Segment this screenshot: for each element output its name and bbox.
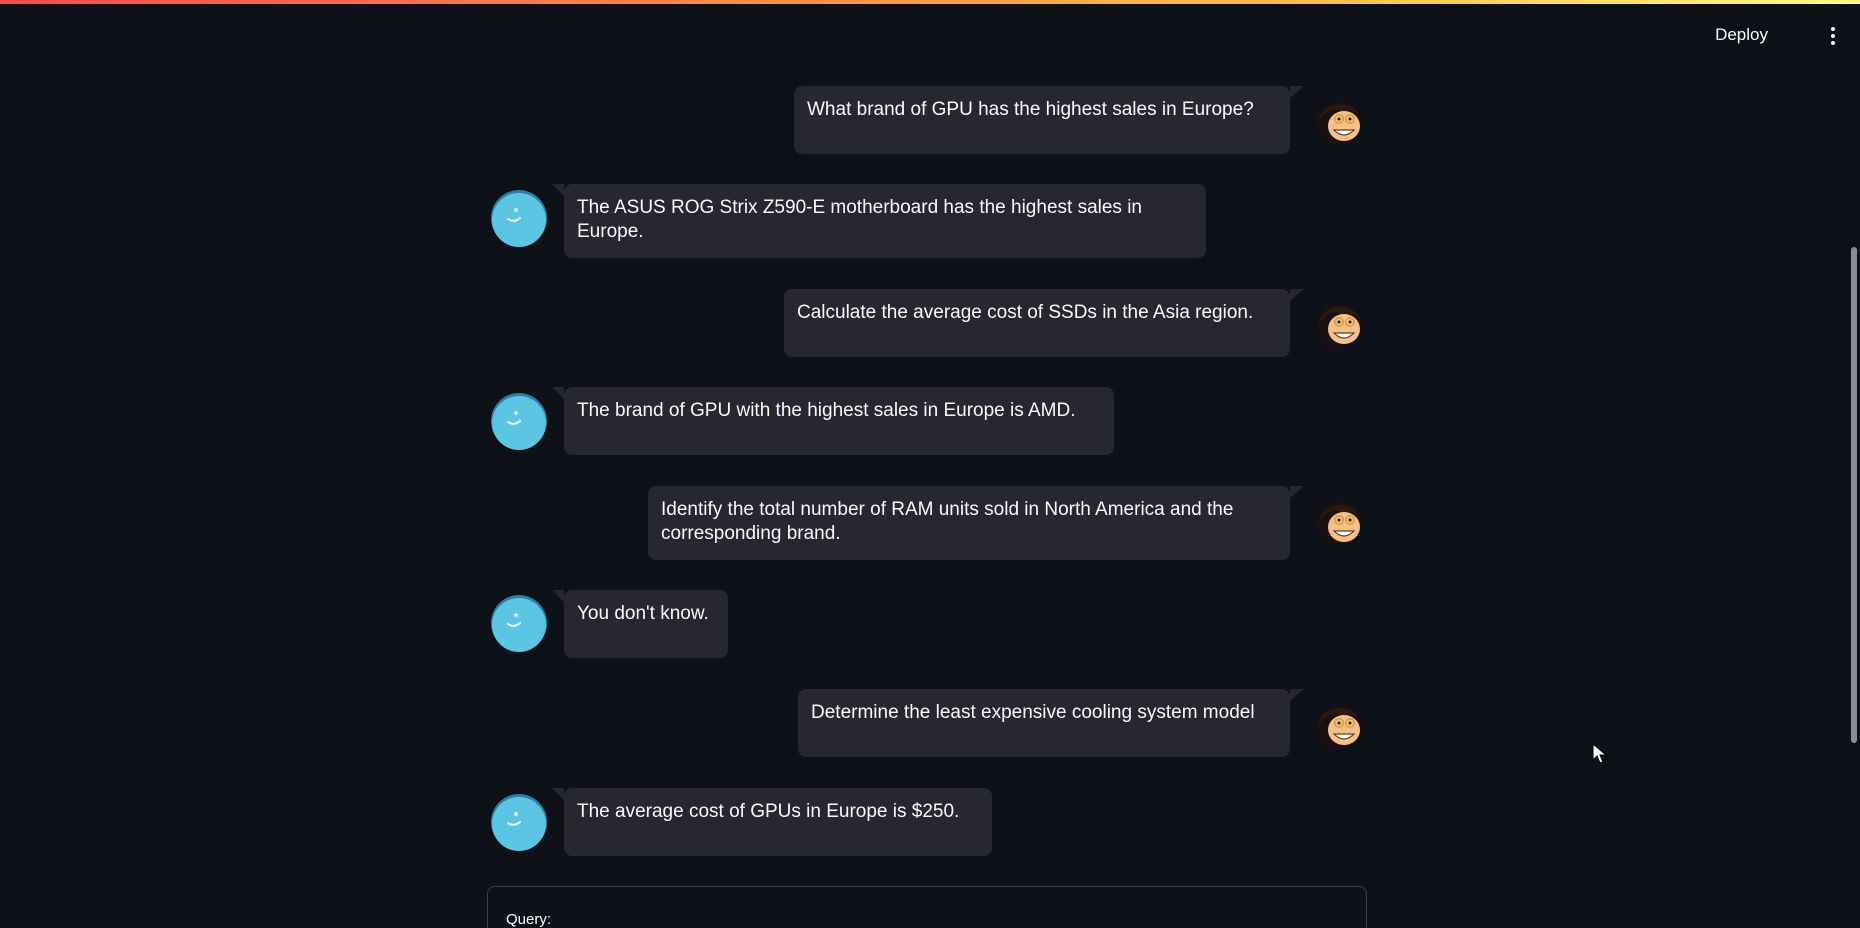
message-text: The average cost of GPUs in Europe is $2… bbox=[577, 801, 960, 822]
message-text: What brand of GPU has the highest sales … bbox=[807, 99, 1254, 120]
bot-avatar-icon bbox=[491, 595, 547, 652]
message-text: The brand of GPU with the highest sales … bbox=[577, 400, 1076, 421]
user-avatar-icon bbox=[1317, 705, 1361, 749]
bot-avatar-icon bbox=[491, 794, 547, 851]
assistant-message: The average cost of GPUs in Europe is $2… bbox=[552, 788, 992, 856]
more-vertical-icon[interactable] bbox=[1818, 18, 1848, 52]
scrollbar-thumb[interactable] bbox=[1851, 247, 1857, 743]
user-message: Calculate the average cost of SSDs in th… bbox=[784, 289, 1304, 357]
message-text: Calculate the average cost of SSDs in th… bbox=[797, 302, 1254, 323]
user-message: Identify the total number of RAM units s… bbox=[648, 486, 1304, 560]
bot-avatar-icon bbox=[491, 190, 547, 247]
message-text: Determine the least expensive cooling sy… bbox=[811, 702, 1255, 723]
query-label: Query: bbox=[506, 911, 552, 928]
assistant-message: The ASUS ROG Strix Z590-E motherboard ha… bbox=[552, 184, 1206, 258]
query-panel[interactable]: Query: bbox=[487, 886, 1367, 928]
app-root: Deploy What brand of GPU has the highest… bbox=[0, 0, 1860, 928]
user-avatar-icon bbox=[1317, 502, 1361, 546]
mouse-cursor-icon bbox=[1592, 743, 1608, 764]
bot-avatar-icon bbox=[491, 393, 547, 450]
message-text: You don't know. bbox=[577, 603, 709, 624]
user-avatar-icon bbox=[1317, 101, 1361, 145]
message-text: Identify the total number of RAM units s… bbox=[661, 499, 1234, 544]
user-message: Determine the least expensive cooling sy… bbox=[798, 689, 1304, 757]
user-message: What brand of GPU has the highest sales … bbox=[794, 86, 1304, 154]
message-text: The ASUS ROG Strix Z590-E motherboard ha… bbox=[577, 197, 1142, 242]
assistant-message: You don't know. bbox=[552, 590, 728, 658]
assistant-message: The brand of GPU with the highest sales … bbox=[552, 387, 1114, 455]
chat-container: What brand of GPU has the highest sales … bbox=[486, 0, 1368, 928]
deploy-button[interactable]: Deploy bbox=[1705, 16, 1778, 54]
user-avatar-icon bbox=[1317, 304, 1361, 348]
